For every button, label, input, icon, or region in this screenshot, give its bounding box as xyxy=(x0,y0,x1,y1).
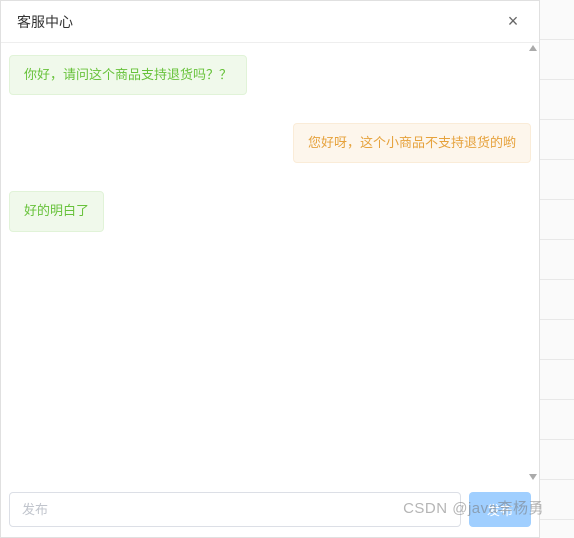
background-table-rows xyxy=(540,0,574,538)
message-row: 您好呀，这个小商品不支持退货的哟 xyxy=(9,123,531,163)
chat-body[interactable]: 你好，请问这个商品支持退货吗？？ 您好呀，这个小商品不支持退货的哟 好的明白了 xyxy=(1,43,539,482)
close-icon[interactable]: × xyxy=(503,12,523,32)
user-message-bubble: 好的明白了 xyxy=(9,191,104,231)
dialog-title: 客服中心 xyxy=(17,12,73,32)
user-message-bubble: 你好，请问这个商品支持退货吗？？ xyxy=(9,55,247,95)
scroll-down-icon xyxy=(529,474,537,480)
send-button[interactable]: 发布 xyxy=(469,492,531,527)
dialog-header: 客服中心 × xyxy=(1,1,539,43)
customer-service-dialog: 客服中心 × 你好，请问这个商品支持退货吗？？ 您好呀，这个小商品不支持退货的哟… xyxy=(0,0,540,538)
service-message-bubble: 您好呀，这个小商品不支持退货的哟 xyxy=(293,123,531,163)
input-area: 发布 xyxy=(1,482,539,537)
message-input[interactable] xyxy=(9,492,461,527)
message-row: 你好，请问这个商品支持退货吗？？ xyxy=(9,55,531,95)
scroll-up-icon xyxy=(529,45,537,51)
message-row: 好的明白了 xyxy=(9,191,531,231)
